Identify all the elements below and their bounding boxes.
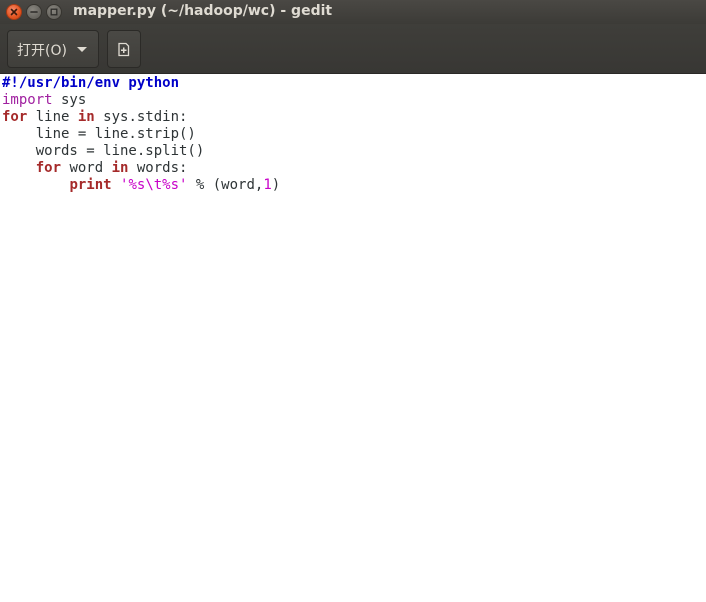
minimize-window-button[interactable] — [26, 4, 42, 20]
chevron-down-icon — [77, 47, 87, 52]
code-text: % (word, — [187, 177, 264, 193]
print-keyword: print — [69, 177, 112, 193]
code-line-2: import sys — [2, 92, 280, 109]
code-text: word — [61, 160, 112, 176]
close-icon — [10, 8, 18, 16]
open-button-label: 打开(O) — [17, 43, 67, 59]
code-text: sys.stdin: — [94, 109, 188, 125]
open-button[interactable]: 打开(O) — [7, 30, 99, 68]
for-keyword: for — [35, 160, 62, 176]
text-editor[interactable]: #!/usr/bin/env python import sys for line … — [0, 74, 706, 602]
in-keyword: in — [77, 109, 95, 125]
title-bar[interactable]: mapper.py (~/hadoop/wc) - gedit — [0, 0, 706, 24]
code-line-4: line = line.strip() — [2, 126, 280, 143]
code-text: sys — [52, 92, 87, 108]
code-line-1: #!/usr/bin/env python — [2, 75, 280, 92]
in-keyword: in — [111, 160, 129, 176]
code-line-3: for line in sys.stdin: — [2, 109, 280, 126]
code-text: line = line.strip() — [35, 126, 196, 142]
close-window-button[interactable] — [6, 4, 22, 20]
code-line-5: words = line.split() — [2, 143, 280, 160]
code-text: words: — [128, 160, 188, 176]
for-keyword: for — [2, 109, 28, 125]
code-text: ) — [271, 177, 281, 193]
code-text: line — [27, 109, 78, 125]
header-bar: 打开(O) — [0, 24, 706, 74]
code-text: words = line.split() — [35, 143, 205, 159]
shebang: #!/usr/bin/env python — [2, 75, 180, 91]
new-document-icon — [118, 42, 130, 57]
number-literal: 1 — [263, 177, 272, 193]
code-line-6: for word in words: — [2, 160, 280, 177]
string-literal: '%s\t%s' — [120, 177, 188, 193]
code-view[interactable]: #!/usr/bin/env python import sys for line … — [2, 75, 280, 194]
maximize-icon — [50, 8, 58, 16]
import-keyword: import — [2, 92, 53, 108]
code-line-7: print '%s\t%s' % (word,1) — [2, 177, 280, 194]
new-document-button[interactable] — [107, 30, 141, 68]
minimize-icon — [30, 11, 38, 13]
maximize-window-button[interactable] — [46, 4, 62, 20]
window-title: mapper.py (~/hadoop/wc) - gedit — [73, 3, 333, 19]
